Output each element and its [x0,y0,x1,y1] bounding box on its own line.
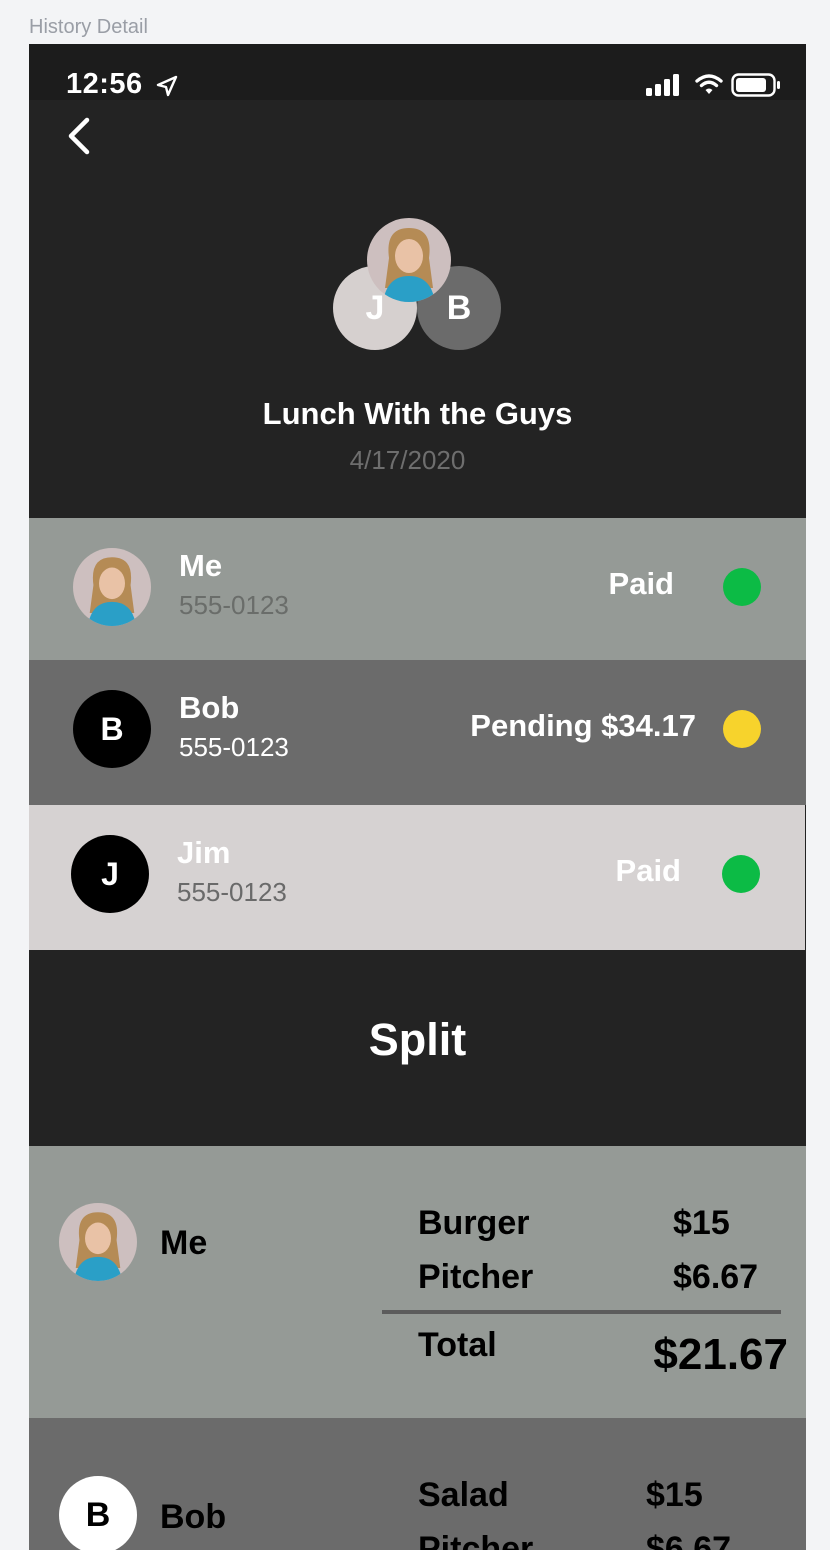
participants-avatar-cluster: J B [329,218,509,358]
item-name: Salad [418,1476,509,1514]
participant-row-me[interactable]: Me 555-0123 Paid [29,518,806,660]
payment-status: Pending $34.17 [470,708,696,743]
location-arrow-icon [156,75,178,97]
avatar-jim: J [71,835,149,913]
event-title: Lunch With the Guys [262,396,573,431]
signal-icon [646,74,679,96]
event-header: J B Lunch With the Guys 4/17/2020 [29,100,806,518]
payment-status: Paid [615,853,681,888]
split-title: Split [368,1014,467,1065]
total-value: $21.67 [653,1330,788,1379]
split-section: Split [29,950,806,1146]
participant-name: Me [179,548,223,583]
wifi-icon [695,74,723,94]
total-divider [382,1310,781,1314]
participant-name: Jim [177,835,231,870]
item-price: $15 [646,1476,703,1514]
phone-screen: 12:56 J B Lunch With the Guys 4/17/2020 … [29,44,806,1550]
status-dot-pending [723,710,761,748]
item-name: Burger [418,1204,530,1242]
participant-phone: 555-0123 [177,877,287,907]
item-name: Pitcher [418,1258,534,1296]
split-card-me: Me Burger $15 Pitcher $6.67 Total $21.67 [29,1146,806,1418]
avatar-me-photo [59,1203,137,1281]
participant-phone: 555-0123 [179,732,289,762]
event-date: 4/17/2020 [349,445,466,475]
avatar-me-photo [73,548,151,626]
participant-row-bob[interactable]: B Bob 555-0123 Pending $34.17 [29,660,806,805]
frame-label: History Detail [29,16,148,38]
participant-phone: 555-0123 [179,590,289,620]
participant-row-jim[interactable]: J Jim 555-0123 Paid [29,805,805,950]
avatar-bob: B [59,1476,137,1550]
item-price: $6.67 [673,1258,759,1296]
status-bar: 12:56 [29,44,806,100]
total-label: Total [418,1326,497,1364]
participant-name: Bob [179,690,240,725]
status-time: 12:56 [66,68,143,100]
status-dot-paid [723,568,761,606]
split-person-name: Me [160,1224,208,1262]
status-dot-paid [722,855,760,893]
item-price: $15 [673,1204,730,1242]
payment-status: Paid [608,566,674,601]
avatar-me-photo [367,218,451,302]
item-name: Pitcher [418,1530,534,1550]
item-price: $6.67 [646,1530,732,1550]
back-chevron-icon[interactable] [59,114,109,164]
split-person-name: Bob [160,1498,227,1536]
split-card-bob: B Bob Salad $15 Pitcher $6.67 [29,1418,806,1550]
avatar-bob: B [73,690,151,768]
battery-icon [731,73,780,97]
